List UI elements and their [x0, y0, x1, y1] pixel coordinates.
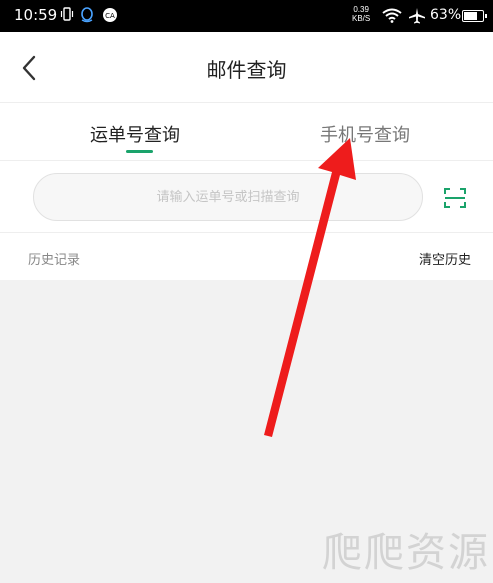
vibrate-icon	[60, 7, 74, 25]
history-label: 历史记录	[28, 253, 81, 268]
status-time: 10:59	[14, 6, 58, 24]
qq-icon	[80, 7, 94, 27]
net-speed: 0.39 KB/S	[352, 5, 370, 23]
active-tab-indicator	[126, 150, 153, 153]
watermark: 爬爬资源	[322, 530, 490, 576]
query-tabs: 运单号查询 手机号查询	[0, 102, 493, 161]
net-speed-unit: KB/S	[352, 14, 371, 23]
nav-bar: 邮件查询	[0, 32, 493, 102]
search-area	[0, 160, 493, 233]
airplane-icon	[408, 7, 426, 29]
battery-icon	[462, 10, 487, 22]
wifi-icon	[382, 8, 402, 27]
battery-tip	[485, 14, 487, 18]
svg-text:CA: CA	[105, 12, 115, 20]
ca-icon: CA	[102, 7, 118, 27]
tab-phone-query[interactable]: 手机号查询	[320, 121, 410, 147]
clear-history-button[interactable]: 清空历史	[419, 249, 471, 268]
battery-percent: 63%	[430, 7, 462, 23]
scan-icon	[444, 188, 466, 208]
net-speed-value: 0.39	[353, 5, 369, 14]
battery-fill	[464, 12, 477, 20]
history-bar: 历史记录 清空历史	[0, 232, 493, 281]
status-bar: 10:59 CA 0.39 KB/S 63%	[0, 0, 493, 32]
waybill-search-input[interactable]	[33, 173, 423, 221]
scan-button[interactable]	[438, 181, 472, 215]
tab-waybill-query[interactable]: 运单号查询	[90, 121, 180, 147]
page-title: 邮件查询	[206, 58, 287, 82]
